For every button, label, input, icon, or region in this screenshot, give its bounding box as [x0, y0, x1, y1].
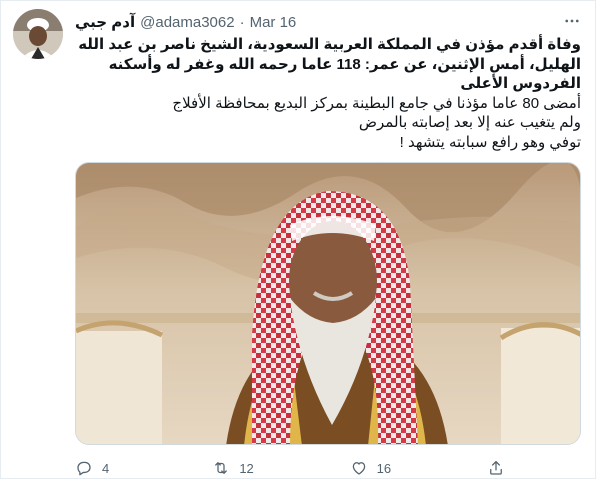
reply-icon: [77, 461, 91, 476]
tweet-header: آدم جبي @adama3062 · Mar 16: [75, 11, 559, 33]
retweet-button[interactable]: 12: [212, 459, 349, 477]
tweet-date[interactable]: Mar 16: [250, 14, 297, 31]
tweet-actions: 4 12 16: [75, 457, 505, 479]
user-handle[interactable]: @adama3062: [140, 14, 234, 31]
display-name[interactable]: آدم جبي: [75, 13, 135, 31]
more-icon[interactable]: [561, 10, 583, 32]
tweet-photo[interactable]: [75, 162, 581, 445]
tweet-text: وفاة أقدم مؤذن في المملكة العربية السعود…: [75, 35, 581, 152]
retweet-count: 12: [239, 460, 254, 476]
more-horizontal-icon: [565, 19, 579, 23]
tweet-text-line-3: ولم يتغيب عنه إلا بعد إصابته بالمرض: [358, 114, 581, 131]
avatar-image: [13, 9, 63, 59]
retweet-icon: [215, 462, 228, 474]
reply-button[interactable]: 4: [75, 459, 212, 477]
tweet-card[interactable]: آدم جبي @adama3062 · Mar 16 وفاة أقدم مؤ…: [0, 0, 596, 479]
photo-image: [76, 163, 580, 444]
tweet-text-line-1: وفاة أقدم مؤذن في المملكة العربية السعود…: [78, 36, 581, 92]
tweet-text-line-4: توفي وهو رافع سبابته يتشهد !: [399, 133, 581, 151]
tweet-text-line-2: أمضى 80 عاما مؤذنا في جامع البطينة بمركز…: [172, 94, 581, 112]
like-count: 16: [376, 460, 392, 476]
heart-icon: [352, 462, 365, 475]
share-icon: [490, 460, 502, 475]
header-separator: ·: [239, 13, 245, 31]
share-button[interactable]: [487, 459, 505, 477]
reply-count: 4: [102, 460, 110, 476]
like-button[interactable]: 16: [350, 459, 487, 477]
avatar[interactable]: [13, 9, 63, 59]
